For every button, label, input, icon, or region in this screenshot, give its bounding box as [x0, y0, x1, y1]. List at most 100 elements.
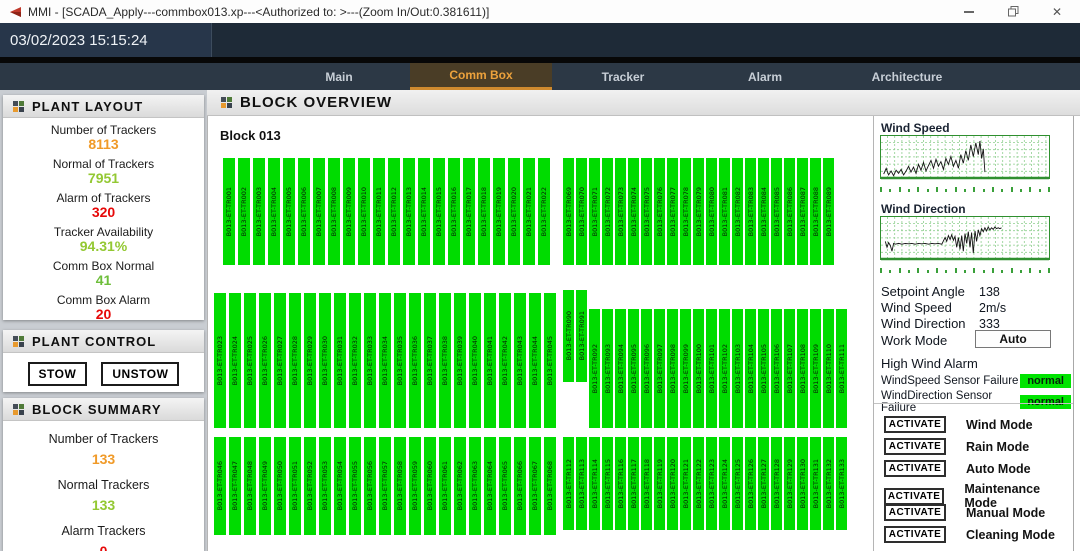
- tracker-bar[interactable]: B013-ET-TR097: [654, 309, 665, 428]
- tracker-bar[interactable]: B013-ET-TR125: [732, 437, 743, 530]
- tracker-bar[interactable]: B013-ET-TR066: [514, 437, 526, 535]
- tracker-bar[interactable]: B013-ET-TR051: [289, 437, 301, 535]
- tracker-bar[interactable]: B013-ET-TR102: [719, 309, 730, 428]
- tracker-bar[interactable]: B013-ET-TR049: [259, 437, 271, 535]
- tracker-bar[interactable]: B013-ET-TR112: [563, 437, 574, 530]
- tracker-bar[interactable]: B013-ET-TR021: [523, 158, 535, 265]
- tracker-bar[interactable]: B013-ET-TR090: [563, 290, 574, 382]
- tracker-bar[interactable]: B013-ET-TR133: [836, 437, 847, 530]
- tracker-bar[interactable]: B013-ET-TR113: [576, 437, 587, 530]
- tracker-bar[interactable]: B013-ET-TR016: [448, 158, 460, 265]
- tracker-bar[interactable]: B013-ET-TR123: [706, 437, 717, 530]
- tracker-bar[interactable]: B013-ET-TR003: [253, 158, 265, 265]
- tracker-bar[interactable]: B013-ET-TR061: [439, 437, 451, 535]
- tracker-bar[interactable]: B013-ET-TR002: [238, 158, 250, 265]
- tracker-bar[interactable]: B013-ET-TR062: [454, 437, 466, 535]
- tracker-bar[interactable]: B013-ET-TR105: [758, 309, 769, 428]
- tracker-bar[interactable]: B013-ET-TR042: [499, 293, 511, 428]
- tracker-bar[interactable]: B013-ET-TR122: [693, 437, 704, 530]
- tracker-bar[interactable]: B013-ET-TR031: [334, 293, 346, 428]
- tracker-bar[interactable]: B013-ET-TR056: [364, 437, 376, 535]
- tracker-bar[interactable]: B013-ET-TR015: [433, 158, 445, 265]
- tracker-bar[interactable]: B013-ET-TR033: [364, 293, 376, 428]
- tracker-bar[interactable]: B013-ET-TR036: [409, 293, 421, 428]
- tracker-bar[interactable]: B013-ET-TR035: [394, 293, 406, 428]
- tracker-bar[interactable]: B013-ET-TR024: [229, 293, 241, 428]
- tracker-bar[interactable]: B013-ET-TR071: [589, 158, 600, 265]
- tracker-bar[interactable]: B013-ET-TR081: [719, 158, 730, 265]
- tracker-bar[interactable]: B013-ET-TR116: [615, 437, 626, 530]
- tracker-bar[interactable]: B013-ET-TR032: [349, 293, 361, 428]
- tracker-bar[interactable]: B013-ET-TR053: [319, 437, 331, 535]
- tracker-bar[interactable]: B013-ET-TR063: [469, 437, 481, 535]
- tracker-bar[interactable]: B013-ET-TR077: [667, 158, 678, 265]
- tracker-bar[interactable]: B013-ET-TR012: [388, 158, 400, 265]
- minimize-icon[interactable]: [962, 5, 976, 19]
- tracker-bar[interactable]: B013-ET-TR119: [654, 437, 665, 530]
- activate-maintenance-mode-button[interactable]: ACTIVATE: [884, 488, 944, 505]
- tracker-bar[interactable]: B013-ET-TR124: [719, 437, 730, 530]
- tracker-bar[interactable]: B013-ET-TR127: [758, 437, 769, 530]
- tracker-bar[interactable]: B013-ET-TR030: [319, 293, 331, 428]
- tab-alarm[interactable]: Alarm: [694, 63, 836, 90]
- tracker-bar[interactable]: B013-ET-TR046: [214, 437, 226, 535]
- tracker-bar[interactable]: B013-ET-TR106: [771, 309, 782, 428]
- tracker-bar[interactable]: B013-ET-TR011: [373, 158, 385, 265]
- tracker-bar[interactable]: B013-ET-TR065: [499, 437, 511, 535]
- tracker-bar[interactable]: B013-ET-TR001: [223, 158, 235, 265]
- tracker-bar[interactable]: B013-ET-TR041: [484, 293, 496, 428]
- tracker-bar[interactable]: B013-ET-TR043: [514, 293, 526, 428]
- tracker-bar[interactable]: B013-ET-TR120: [667, 437, 678, 530]
- tracker-bar[interactable]: B013-ET-TR079: [693, 158, 704, 265]
- tracker-bar[interactable]: B013-ET-TR028: [289, 293, 301, 428]
- tracker-bar[interactable]: B013-ET-TR094: [615, 309, 626, 428]
- tracker-bar[interactable]: B013-ET-TR115: [602, 437, 613, 530]
- tracker-bar[interactable]: B013-ET-TR101: [706, 309, 717, 428]
- tracker-bar[interactable]: B013-ET-TR009: [343, 158, 355, 265]
- tracker-bar[interactable]: B013-ET-TR114: [589, 437, 600, 530]
- tracker-bar[interactable]: B013-ET-TR103: [732, 309, 743, 428]
- tracker-bar[interactable]: B013-ET-TR093: [602, 309, 613, 428]
- tracker-bar[interactable]: B013-ET-TR037: [424, 293, 436, 428]
- tracker-bar[interactable]: B013-ET-TR074: [628, 158, 639, 265]
- tracker-bar[interactable]: B013-ET-TR083: [745, 158, 756, 265]
- tracker-bar[interactable]: B013-ET-TR075: [641, 158, 652, 265]
- tracker-bar[interactable]: B013-ET-TR088: [810, 158, 821, 265]
- tracker-bar[interactable]: B013-ET-TR064: [484, 437, 496, 535]
- tracker-bar[interactable]: B013-ET-TR130: [797, 437, 808, 530]
- tracker-bar[interactable]: B013-ET-TR055: [349, 437, 361, 535]
- tracker-bar[interactable]: B013-ET-TR044: [529, 293, 541, 428]
- tracker-bar[interactable]: B013-ET-TR057: [379, 437, 391, 535]
- tracker-bar[interactable]: B013-ET-TR026: [259, 293, 271, 428]
- tracker-bar[interactable]: B013-ET-TR109: [810, 309, 821, 428]
- tracker-bar[interactable]: B013-ET-TR023: [214, 293, 226, 428]
- tracker-bar[interactable]: B013-ET-TR072: [602, 158, 613, 265]
- tracker-bar[interactable]: B013-ET-TR085: [771, 158, 782, 265]
- tracker-bar[interactable]: B013-ET-TR126: [745, 437, 756, 530]
- tracker-bar[interactable]: B013-ET-TR076: [654, 158, 665, 265]
- tracker-bar[interactable]: B013-ET-TR058: [394, 437, 406, 535]
- tab-architecture[interactable]: Architecture: [836, 63, 978, 90]
- tracker-bar[interactable]: B013-ET-TR019: [493, 158, 505, 265]
- tracker-bar[interactable]: B013-ET-TR107: [784, 309, 795, 428]
- tracker-bar[interactable]: B013-ET-TR089: [823, 158, 834, 265]
- tracker-bar[interactable]: B013-ET-TR048: [244, 437, 256, 535]
- work-mode-selector[interactable]: Auto: [975, 330, 1051, 348]
- tracker-bar[interactable]: B013-ET-TR117: [628, 437, 639, 530]
- tracker-bar[interactable]: B013-ET-TR132: [823, 437, 834, 530]
- tracker-bar[interactable]: B013-ET-TR082: [732, 158, 743, 265]
- activate-auto-mode-button[interactable]: ACTIVATE: [884, 460, 946, 477]
- activate-wind-mode-button[interactable]: ACTIVATE: [884, 416, 946, 433]
- tracker-bar[interactable]: B013-ET-TR025: [244, 293, 256, 428]
- tracker-bar[interactable]: B013-ET-TR050: [274, 437, 286, 535]
- tracker-bar[interactable]: B013-ET-TR005: [283, 158, 295, 265]
- tracker-bar[interactable]: B013-ET-TR059: [409, 437, 421, 535]
- tracker-bar[interactable]: B013-ET-TR128: [771, 437, 782, 530]
- tracker-bar[interactable]: B013-ET-TR013: [403, 158, 415, 265]
- tracker-bar[interactable]: B013-ET-TR108: [797, 309, 808, 428]
- tracker-bar[interactable]: B013-ET-TR092: [589, 309, 600, 428]
- tracker-bar[interactable]: B013-ET-TR096: [641, 309, 652, 428]
- tracker-bar[interactable]: B013-ET-TR047: [229, 437, 241, 535]
- tracker-bar[interactable]: B013-ET-TR017: [463, 158, 475, 265]
- tracker-bar[interactable]: B013-ET-TR068: [544, 437, 556, 535]
